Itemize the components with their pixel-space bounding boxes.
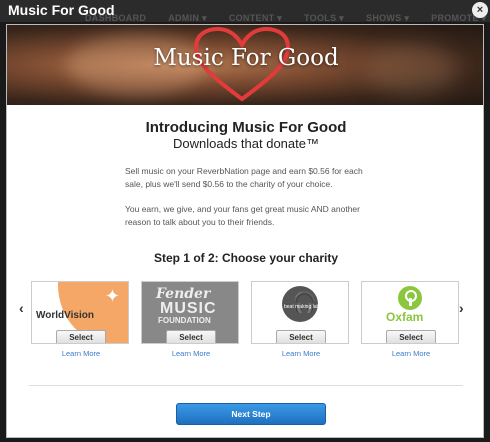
- music-for-good-modal: Music For Good Introducing Music For Goo…: [6, 24, 484, 438]
- learn-more-beatmakinglab[interactable]: Learn More: [251, 349, 351, 358]
- learn-more-fender[interactable]: Learn More: [141, 349, 241, 358]
- worldvision-logo: ✦ WorldVision Select: [31, 281, 129, 344]
- star-icon: ✦: [104, 286, 120, 306]
- fender-logo-foundation: FOUNDATION: [158, 316, 211, 325]
- charity-card-worldvision: ✦ WorldVision Select Learn More: [31, 281, 131, 358]
- fender-logo: Fender MUSIC FOUNDATION Select: [141, 281, 239, 344]
- nav-shows[interactable]: SHOWS ▾: [366, 13, 409, 24]
- background-nav: DASHBOARD ADMIN ▾ CONTENT ▾ TOOLS ▾ SHOW…: [85, 13, 486, 24]
- nav-admin[interactable]: ADMIN ▾: [168, 13, 207, 24]
- beatmakinglab-logo-text: beat making lab: [284, 304, 320, 310]
- close-icon[interactable]: ×: [472, 2, 488, 18]
- modal-title: Music For Good: [8, 2, 115, 18]
- charity-card-beatmakinglab: 🎧 beat making lab Select Learn More: [251, 281, 351, 358]
- beatmakinglab-logo: 🎧 beat making lab Select: [251, 281, 349, 344]
- select-button-fender[interactable]: Select: [166, 330, 216, 343]
- learn-more-worldvision[interactable]: Learn More: [31, 349, 131, 358]
- intro-heading: Introducing Music For Good: [145, 119, 347, 136]
- footer-divider: [29, 385, 463, 386]
- charity-card-fender: Fender MUSIC FOUNDATION Select Learn Mor…: [141, 281, 241, 358]
- select-button-worldvision[interactable]: Select: [56, 330, 106, 343]
- intro-paragraph-1: Sell music on your ReverbNation page and…: [125, 166, 363, 189]
- charity-card-oxfam: Oxfam Select Learn More: [361, 281, 461, 358]
- hero-banner: Music For Good: [7, 25, 483, 105]
- oxfam-icon-bar: [409, 298, 412, 306]
- intro-subheading: Downloads that donate™: [173, 136, 319, 151]
- headphones-icon: 🎧: [292, 292, 317, 314]
- nav-content[interactable]: CONTENT ▾: [229, 13, 282, 24]
- oxfam-logo: Oxfam Select: [361, 281, 459, 344]
- intro-paragraph-2: You earn, we give, and your fans get gre…: [125, 204, 360, 227]
- nav-tools[interactable]: TOOLS ▾: [304, 13, 344, 24]
- hero-title: Music For Good: [153, 45, 339, 71]
- carousel-prev-arrow-icon[interactable]: ‹: [19, 300, 24, 316]
- select-button-oxfam[interactable]: Select: [386, 330, 436, 343]
- select-button-beatmakinglab[interactable]: Select: [276, 330, 326, 343]
- oxfam-logo-text: Oxfam: [386, 310, 424, 324]
- worldvision-logo-text: WorldVision: [36, 310, 94, 321]
- next-step-button[interactable]: Next Step: [176, 403, 326, 425]
- learn-more-oxfam[interactable]: Learn More: [361, 349, 461, 358]
- step-title: Step 1 of 2: Choose your charity: [153, 251, 339, 265]
